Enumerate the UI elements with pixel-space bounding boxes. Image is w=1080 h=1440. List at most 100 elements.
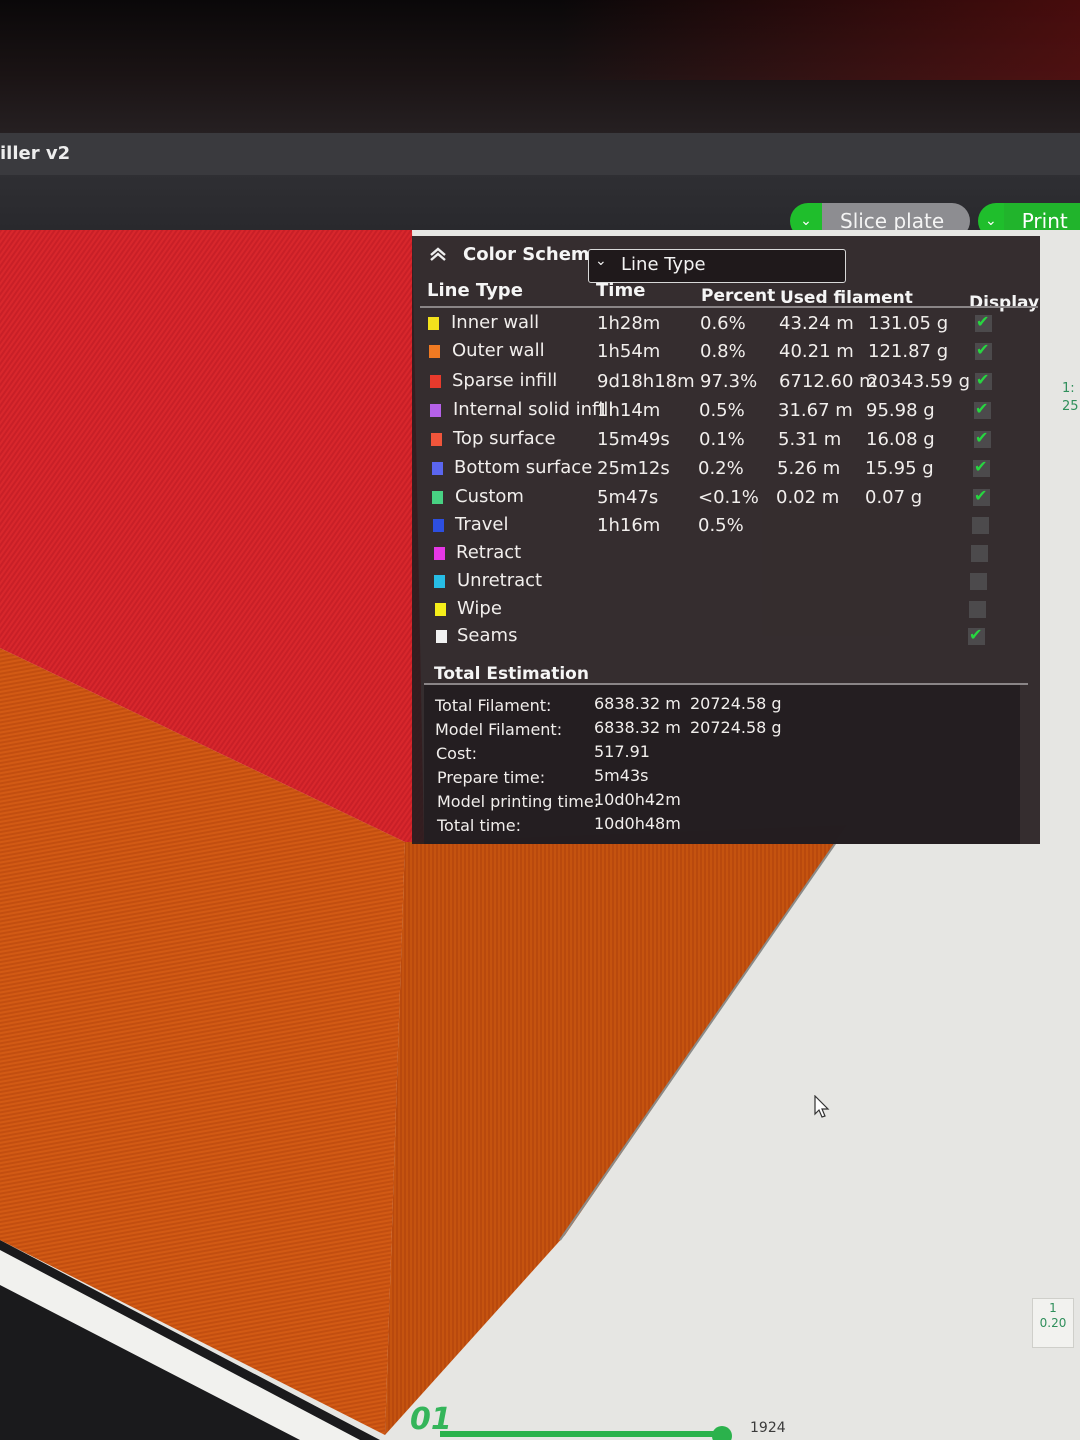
layer-slider[interactable]	[440, 1426, 740, 1440]
display-checkbox[interactable]	[975, 370, 992, 390]
filament-weight-value: 95.98 g	[866, 400, 935, 421]
legend-row: Internal solid infill 1h14m 0.5% 31.67 m 95.…	[0, 398, 1080, 424]
line-type-name: Retract	[456, 542, 522, 563]
model-front-face	[385, 825, 848, 1435]
color-swatch	[434, 575, 445, 588]
line-type-name: Sparse infill	[452, 370, 558, 391]
filament-length-value: 0.02 m	[776, 487, 840, 508]
legend-row: Inner wall 1h28m 0.6% 43.24 m 131.05 g	[0, 311, 1080, 337]
legend-row: Seams	[0, 624, 1080, 650]
display-checkbox[interactable]	[969, 601, 986, 618]
color-swatch	[433, 519, 444, 532]
mouse-cursor-icon	[814, 1095, 830, 1118]
percent-value: <0.1%	[698, 487, 759, 508]
legend-row: Sparse infill 9d18h18m 97.3% 6712.60 m 20343…	[0, 369, 1080, 395]
toolbar: ⌄ Slice plate ⌄ Print p	[0, 175, 1080, 269]
percent-value: 0.8%	[700, 341, 746, 362]
display-checkbox[interactable]	[968, 625, 985, 645]
color-swatch	[428, 317, 439, 330]
legend-row: Top surface 15m49s 0.1% 5.31 m 16.08 g	[0, 427, 1080, 453]
filament-length-value: 5.31 m	[778, 429, 842, 450]
display-checkbox[interactable]	[974, 428, 991, 448]
header-percent: Percent	[701, 286, 776, 306]
header-display: Display	[969, 293, 1040, 313]
total-estimation-title: Total Estimation	[434, 664, 589, 684]
line-type-name: Seams	[457, 625, 518, 646]
total-value: 6838.32 m	[594, 718, 681, 737]
total-label: Total Filament:	[435, 696, 552, 715]
layer-slider-track[interactable]	[440, 1431, 730, 1437]
window-title: iller v2	[0, 143, 71, 164]
layer-number: 1924	[750, 1420, 786, 1436]
color-swatch	[435, 603, 446, 616]
total-value: 10d0h42m	[594, 790, 681, 809]
layer-slider-handle[interactable]	[712, 1426, 732, 1440]
legend-row: Wipe	[0, 597, 1080, 623]
display-checkbox[interactable]	[973, 486, 990, 506]
total-value: 10d0h48m	[594, 814, 681, 833]
header-time: Time	[596, 280, 646, 301]
color-scheme-label: Color Scheme	[463, 244, 602, 265]
total-label: Model printing time:	[437, 792, 600, 811]
display-checkbox[interactable]	[975, 312, 992, 332]
line-type-name: Wipe	[457, 598, 502, 619]
color-swatch	[432, 491, 443, 504]
legend-row: Travel 1h16m 0.5%	[0, 513, 1080, 539]
total-value: 517.91	[594, 742, 650, 761]
line-type-name: Internal solid infill	[453, 399, 614, 420]
legend-row: Custom 5m47s <0.1% 0.02 m 0.07 g	[0, 485, 1080, 511]
time-value: 5m47s	[597, 487, 659, 508]
percent-value: 0.1%	[699, 429, 745, 450]
display-checkbox[interactable]	[972, 517, 989, 534]
filament-weight-value: 20343.59 g	[867, 371, 971, 392]
filament-weight-value: 15.95 g	[865, 458, 934, 479]
chevron-down-icon: ⌄	[595, 253, 607, 269]
display-checkbox[interactable]	[974, 399, 991, 419]
percent-value: 97.3%	[700, 371, 758, 392]
header-line-type: Line Type	[427, 280, 523, 301]
display-checkbox[interactable]	[971, 545, 988, 562]
color-swatch	[431, 433, 442, 446]
display-checkbox[interactable]	[970, 573, 987, 590]
filament-length-value: 31.67 m	[778, 400, 853, 421]
total-label: Total time:	[437, 816, 521, 835]
total-label: Model Filament:	[435, 720, 563, 739]
percent-value: 0.6%	[700, 313, 746, 334]
filament-length-value: 43.24 m	[779, 313, 854, 334]
color-swatch	[436, 630, 447, 643]
total-weight-value: 20724.58 g	[690, 718, 782, 737]
filament-weight-value: 16.08 g	[866, 429, 935, 450]
filament-weight-value: 0.07 g	[865, 487, 923, 508]
display-checkbox[interactable]	[975, 340, 992, 360]
collapse-chevron-icon[interactable]	[428, 246, 448, 262]
legend-row: Bottom surface 25m12s 0.2% 5.26 m 15.95 g	[0, 456, 1080, 482]
line-type-name: Bottom surface	[454, 457, 593, 478]
total-value: 5m43s	[594, 766, 649, 785]
color-swatch	[430, 404, 441, 417]
color-swatch	[429, 345, 440, 358]
legend-row: Unretract	[0, 569, 1080, 595]
legend-row: Outer wall 1h54m 0.8% 40.21 m 121.87 g	[0, 339, 1080, 365]
color-swatch	[434, 547, 445, 560]
header-used-filament: Used filament	[780, 288, 913, 308]
percent-value: 0.5%	[698, 515, 744, 536]
line-type-name: Custom	[455, 486, 524, 507]
time-value: 1h28m	[597, 313, 661, 334]
total-label: Cost:	[436, 744, 477, 763]
time-value: 15m49s	[597, 429, 670, 450]
color-scheme-value: Line Type	[621, 254, 706, 275]
time-value: 9d18h18m	[597, 371, 695, 392]
title-bar: iller v2	[0, 133, 1080, 175]
total-divider	[424, 683, 1028, 685]
line-type-name: Top surface	[453, 428, 556, 449]
display-checkbox[interactable]	[973, 457, 990, 477]
time-value: 1h16m	[597, 515, 661, 536]
filament-length-value: 6712.60 m	[779, 371, 877, 392]
ruler-top-value: 1	[1049, 1301, 1057, 1315]
vertical-slider-label[interactable]: 1 0.20	[1032, 1298, 1074, 1348]
color-swatch	[430, 375, 441, 388]
total-value: 6838.32 m	[594, 694, 681, 713]
line-type-name: Unretract	[457, 570, 543, 591]
filament-length-value: 5.26 m	[777, 458, 841, 479]
color-scheme-select[interactable]: ⌄ Line Type	[588, 249, 846, 283]
